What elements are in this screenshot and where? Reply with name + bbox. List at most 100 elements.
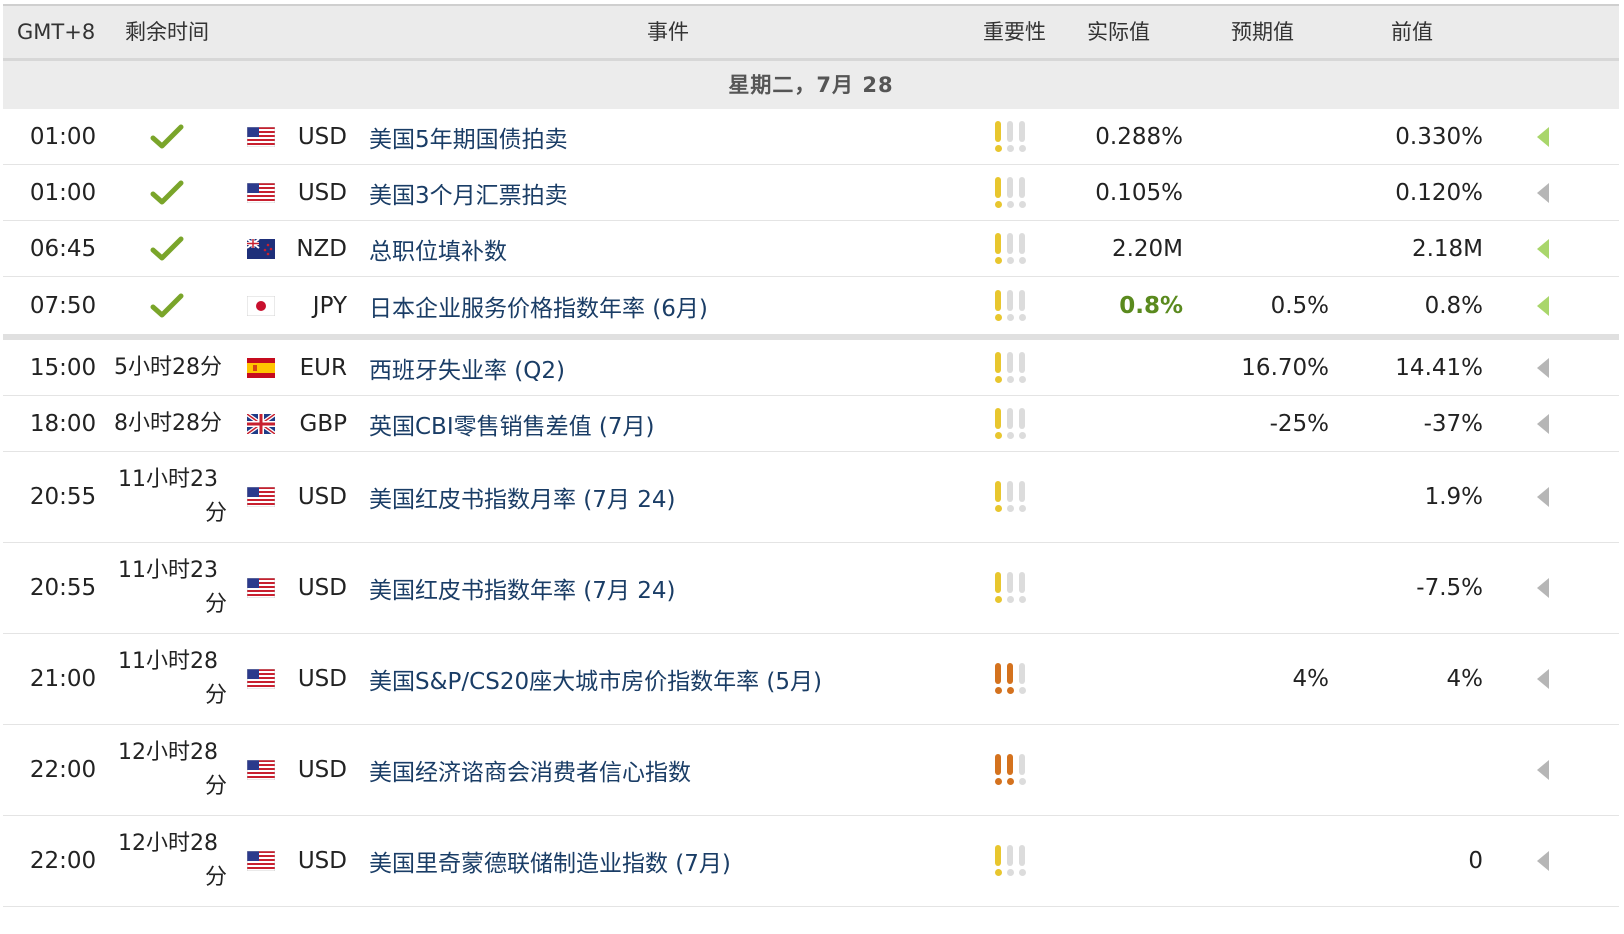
event-row[interactable]: 18:00 8小时28分 GBP 英国CBI零售销售差值 (7月) -25% -37%: [3, 396, 1619, 452]
event-time: 06:45: [29, 235, 97, 262]
time-remaining-unit: 分: [204, 501, 227, 526]
previous-value: 0.8%: [1424, 292, 1483, 319]
actual-value: [1063, 634, 1183, 724]
event-row[interactable]: 22:00 12小时28 分 USD 美国里奇蒙德联储制造业指数 (7月) 0: [3, 816, 1619, 907]
time-remaining-value: 5小时28分: [114, 354, 222, 380]
importance-indicator: [993, 396, 1037, 451]
time-remaining: 8小时28分: [103, 396, 233, 451]
event-time: 07:50: [29, 292, 97, 319]
released-check-icon: [147, 221, 187, 276]
importance-indicator: [993, 109, 1037, 164]
triangle-left-icon: [1537, 487, 1549, 507]
event-name-link[interactable]: 英国CBI零售销售差值 (7月): [369, 396, 969, 451]
previous-value: 0.330%: [1395, 123, 1483, 150]
expand-arrow-icon[interactable]: [1531, 165, 1555, 220]
us-flag-icon: [245, 452, 277, 542]
event-row[interactable]: 07:50 JPY 日本企业服务价格指数年率 (6月) 0.8% 0.5% 0.8%: [3, 277, 1619, 340]
expand-arrow-icon[interactable]: [1531, 452, 1555, 542]
time-remaining-value: 12小时28: [118, 740, 218, 765]
expand-arrow-icon[interactable]: [1531, 221, 1555, 276]
importance-bull-icon: [993, 176, 1003, 209]
event-row[interactable]: 21:00 11小时28 分 USD 美国S&P/CS20座大城市房价指数年率 (5月)…: [3, 634, 1619, 725]
event-row[interactable]: 06:45 NZD 总职位填补数 2.20M 2.18M: [3, 221, 1619, 277]
importance-bull-icon: [1017, 232, 1027, 265]
event-row[interactable]: 01:00 USD 美国5年期国债拍卖 0.288% 0.330%: [3, 109, 1619, 165]
event-name-link[interactable]: 美国经济谘商会消费者信心指数: [369, 725, 969, 815]
importance-indicator: [993, 165, 1037, 220]
event-name-link[interactable]: 美国红皮书指数月率 (7月 24): [369, 452, 969, 542]
forecast-value: 16.70%: [1241, 354, 1329, 381]
importance-indicator: [993, 634, 1037, 724]
event-name-link[interactable]: 美国里奇蒙德联储制造业指数 (7月): [369, 816, 969, 906]
event-name-link[interactable]: 美国S&P/CS20座大城市房价指数年率 (5月): [369, 634, 969, 724]
importance-bull-icon: [993, 845, 1003, 877]
event-row[interactable]: 15:00 5小时28分 EUR 西班牙失业率 (Q2) 16.70% 14.41%: [3, 340, 1619, 396]
us-flag-icon: [245, 165, 277, 220]
importance-bull-icon: [1005, 407, 1015, 440]
expand-arrow-icon[interactable]: [1531, 396, 1555, 451]
previous-value: [1343, 725, 1483, 815]
expand-arrow-icon[interactable]: [1531, 816, 1555, 906]
importance-bull-icon: [1017, 407, 1027, 440]
expand-arrow-icon[interactable]: [1531, 543, 1555, 633]
time-remaining-value: 11小时28: [118, 649, 218, 674]
forecast-value: [1203, 452, 1329, 542]
jp-flag-icon: [245, 277, 277, 334]
expand-arrow-icon[interactable]: [1531, 725, 1555, 815]
importance-bull-icon: [993, 407, 1003, 440]
importance-bull-icon: [993, 232, 1003, 265]
event-row[interactable]: 20:55 11小时23 分 USD 美国红皮书指数年率 (7月 24) -7.5%: [3, 543, 1619, 634]
currency-code: USD: [297, 757, 347, 783]
time-remaining-value: 12小时28: [118, 831, 218, 856]
previous-value: 0.120%: [1395, 179, 1483, 206]
forecast-value: [1203, 816, 1329, 906]
importance-indicator: [993, 816, 1037, 906]
expand-arrow-icon[interactable]: [1531, 340, 1555, 395]
time-remaining-value: 11小时23: [118, 558, 218, 583]
expand-arrow-icon[interactable]: [1531, 634, 1555, 724]
importance-indicator: [993, 221, 1037, 276]
actual-value: [1063, 452, 1183, 542]
expand-arrow-icon[interactable]: [1531, 277, 1555, 334]
header-timezone[interactable]: GMT+8: [17, 6, 95, 58]
importance-bull-icon: [1017, 351, 1027, 384]
event-name-link[interactable]: 美国5年期国债拍卖: [369, 109, 969, 164]
triangle-left-icon: [1537, 238, 1549, 259]
previous-value: 1.9%: [1424, 484, 1483, 510]
forecast-value: [1203, 725, 1329, 815]
importance-bull-icon: [1017, 176, 1027, 209]
header-previous: 前值: [1391, 20, 1433, 44]
event-name-link[interactable]: 西班牙失业率 (Q2): [369, 340, 969, 395]
importance-bull-icon: [1017, 754, 1027, 786]
event-row[interactable]: 22:00 12小时28 分 USD 美国经济谘商会消费者信心指数: [3, 725, 1619, 816]
released-check-icon: [147, 165, 187, 220]
importance-bull-icon: [1017, 481, 1027, 513]
actual-value: 0.105%: [1095, 179, 1183, 206]
importance-bull-icon: [1017, 845, 1027, 877]
actual-value: 2.20M: [1111, 235, 1183, 262]
event-time: 01:00: [29, 123, 97, 150]
time-remaining: 5小时28分: [103, 340, 233, 395]
time-remaining-unit: 分: [204, 865, 227, 890]
time-remaining-value: 8小时28分: [114, 410, 222, 436]
event-name-link[interactable]: 日本企业服务价格指数年率 (6月): [369, 277, 969, 334]
economic-calendar: GMT+8 剩余时间 事件 重要性 实际值 预期值 前值 星期二，7月 28 0…: [3, 4, 1619, 907]
time-remaining: 11小时28 分: [103, 634, 233, 724]
nz-flag-icon: [245, 221, 277, 276]
triangle-left-icon: [1537, 182, 1549, 203]
currency-code: USD: [297, 484, 347, 510]
event-row[interactable]: 20:55 11小时23 分 USD 美国红皮书指数月率 (7月 24) 1.9%: [3, 452, 1619, 543]
importance-bull-icon: [993, 663, 1003, 695]
importance-bull-icon: [1005, 120, 1015, 153]
event-name-link[interactable]: 总职位填补数: [369, 221, 969, 276]
event-name-link[interactable]: 美国3个月汇票拍卖: [369, 165, 969, 220]
actual-value: 0.8%: [1119, 292, 1183, 319]
importance-bull-icon: [1005, 572, 1015, 604]
event-name-link[interactable]: 美国红皮书指数年率 (7月 24): [369, 543, 969, 633]
triangle-left-icon: [1537, 760, 1549, 780]
us-flag-icon: [245, 634, 277, 724]
expand-arrow-icon[interactable]: [1531, 109, 1555, 164]
currency-code: USD: [297, 848, 347, 874]
importance-bull-icon: [1005, 289, 1015, 322]
event-row[interactable]: 01:00 USD 美国3个月汇票拍卖 0.105% 0.120%: [3, 165, 1619, 221]
